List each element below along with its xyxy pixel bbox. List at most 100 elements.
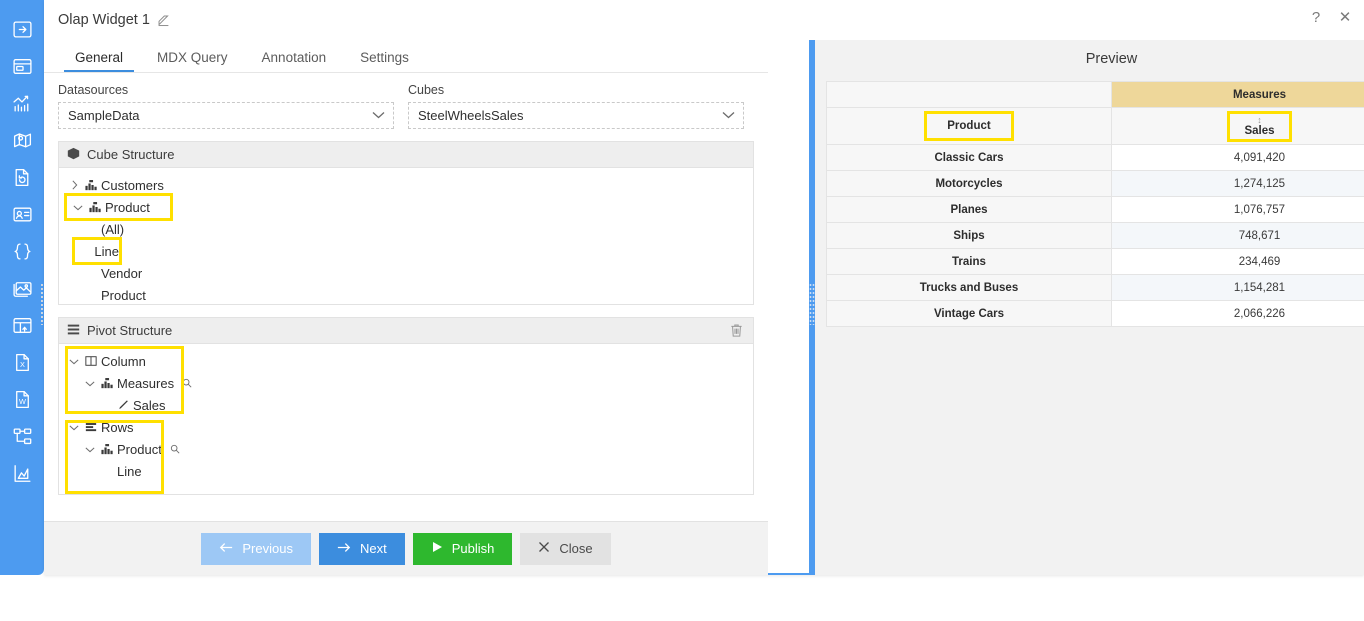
cubes-value: SteelWheelsSales [418,108,524,123]
tree-node-line[interactable]: Line [72,237,122,265]
tree-node-rows[interactable]: Rows [59,416,753,438]
chevron-down-icon[interactable] [83,446,97,453]
preview-sales-header-label[interactable]: ↕ Sales [1227,110,1292,142]
table-row: Classic Cars 4,091,420 [826,144,1364,171]
tree-node-column[interactable]: Column [59,350,753,372]
hierarchy-icon [85,179,97,191]
tree-node-label: Line [117,463,142,479]
window-controls: ? ✕ [1307,8,1354,27]
tree-node-customers[interactable]: Customers [59,174,753,196]
dashboard-panel-icon[interactable] [7,51,37,81]
pencil-square-icon[interactable] [157,14,170,27]
tree-node-vendor[interactable]: Vendor [59,262,753,284]
cube-structure-title: Cube Structure [87,147,175,162]
table-grid-icon[interactable] [7,310,37,340]
tree-node-label: Column [101,353,146,369]
tab-settings[interactable]: Settings [343,50,426,72]
search-icon[interactable] [182,378,192,388]
column-icon [85,355,97,367]
cube-structure-header: Cube Structure [58,141,754,167]
tree-node-label: Measures [117,375,175,391]
chevron-down-icon [722,110,735,122]
area-chart-icon[interactable] [7,458,37,488]
preview-row-label: Classic Cars [826,144,1112,171]
image-icon[interactable] [7,273,37,303]
previous-button[interactable]: Previous [201,532,311,565]
cubes-select[interactable]: SteelWheelsSales [408,102,744,129]
close-button[interactable]: Close [520,532,611,565]
tree-node-label: Vendor [101,265,143,281]
chevron-down-icon[interactable] [71,204,85,211]
chevron-down-icon[interactable] [67,424,81,431]
x-icon [538,541,550,556]
preview-table: Measures Product ↕ Sales Classic Cars 4,091,4… [826,81,1364,327]
line-chart-icon[interactable] [7,88,37,118]
tree-hierarchy-icon[interactable] [7,421,37,451]
word-file-icon[interactable]: W [7,384,37,414]
tree-node-label: Product [117,441,162,457]
tree-node-measures[interactable]: Measures [59,372,753,394]
map-pin-icon[interactable] [7,125,37,155]
preview-measures-header: Measures [1111,81,1364,108]
publish-label: Publish [451,541,495,556]
id-card-icon[interactable] [7,199,37,229]
dialog-footer: Previous Next Publish Close [44,521,768,575]
pivot-structure-title: Pivot Structure [87,323,173,338]
tree-node-label: Product [101,287,146,303]
table-row: Planes 1,076,757 [826,196,1364,223]
rows-icon [85,421,97,433]
pivot-structure-panel: Pivot Structure Column Measures Sales Rows P… [58,317,754,495]
play-icon [431,541,443,556]
pivot-structure-header: Pivot Structure [58,317,754,343]
chevron-down-icon[interactable] [67,358,81,365]
cube-icon [67,147,80,163]
tree-node-label: Line [94,243,119,259]
preview-product-header: Product [826,107,1112,145]
page-title: Olap Widget 1 [58,12,150,28]
hierarchy-icon [89,201,101,213]
cubes-label: Cubes [408,83,445,97]
preview-row-value: 748,671 [1111,222,1364,249]
datasources-select[interactable]: SampleData [58,102,394,129]
arrow-right-box-icon[interactable] [7,14,37,44]
datasources-field: Datasources SampleData [58,83,394,129]
close-icon[interactable]: ✕ [1336,8,1354,26]
search-icon[interactable] [170,444,180,454]
tree-node-product[interactable]: Product [64,193,173,221]
next-button[interactable]: Next [318,532,405,565]
document-refresh-icon[interactable] [7,162,37,192]
preview-row-label: Motorcycles [826,170,1112,197]
tab-mdx-query[interactable]: MDX Query [140,50,245,72]
tree-node-label: Rows [101,419,134,435]
trash-icon[interactable] [729,323,744,341]
tree-node-product[interactable]: Product [59,438,753,460]
tab-bar: General MDX Query Annotation Settings [44,40,768,72]
help-icon[interactable]: ? [1307,8,1325,26]
table-row: Vintage Cars 2,066,226 [826,300,1364,327]
preview-product-header-label[interactable]: Product [924,111,1014,141]
preview-row-label: Trains [826,248,1112,275]
cube-structure-panel: Cube Structure Customers Product (All) Line… [58,141,754,305]
tree-node-sales[interactable]: Sales [59,394,753,416]
arrow-right-icon [337,541,351,556]
publish-button[interactable]: Publish [412,532,513,565]
tree-node-all[interactable]: (All) [59,218,753,240]
code-braces-icon[interactable] [7,236,37,266]
chevron-down-icon [372,110,385,122]
chevron-down-icon[interactable] [83,380,97,387]
next-label: Next [359,541,387,556]
tree-node-product[interactable]: Product [59,284,753,304]
pivot-structure-tree: Column Measures Sales Rows Product Line [58,343,754,495]
table-row: Ships 748,671 [826,222,1364,249]
tree-node-line[interactable]: Line [59,460,753,482]
table-row: Trains 234,469 [826,248,1364,275]
tab-annotation[interactable]: Annotation [245,50,344,72]
previous-label: Previous [242,541,293,556]
cube-structure-tree: Customers Product (All) Line Vendor Product [58,167,754,305]
excel-file-icon[interactable]: X [7,347,37,377]
chevron-right-icon[interactable] [67,180,81,190]
preview-row-value: 1,154,281 [1111,274,1364,301]
tab-general[interactable]: General [58,50,140,72]
preview-row-value: 234,469 [1111,248,1364,275]
tree-node-label: (All) [101,221,125,237]
